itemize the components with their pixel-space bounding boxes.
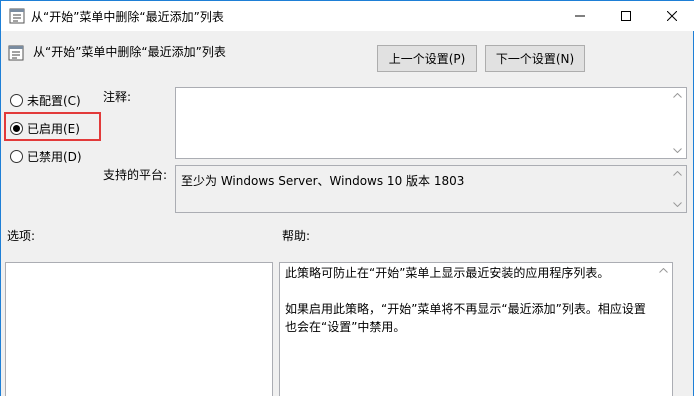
comment-label: 注释:	[103, 90, 132, 104]
scroll-down-icon[interactable]	[673, 200, 682, 209]
policy-setting-icon	[9, 8, 25, 24]
comment-scrollbar[interactable]	[669, 88, 686, 158]
comment-textarea[interactable]	[175, 87, 687, 159]
policy-editor-window: 从“开始”菜单中删除“最近添加”列表 从“开始”菜单中删除“最近添加”列表 上一…	[0, 0, 694, 396]
scroll-up-icon[interactable]	[673, 91, 682, 100]
radio-label: 已禁用(D)	[27, 150, 82, 164]
radio-circle-checked[interactable]	[10, 122, 23, 135]
radio-circle[interactable]	[10, 94, 23, 107]
radio-label: 已启用(E)	[27, 122, 80, 136]
maximize-icon	[621, 11, 631, 21]
platform-scrollbar[interactable]	[669, 166, 686, 212]
radio-not-configured[interactable]: 未配置(C)	[10, 92, 81, 109]
window-title: 从“开始”菜单中删除“最近添加”列表	[31, 10, 224, 24]
title-bar[interactable]: 从“开始”菜单中删除“最近添加”列表	[1, 0, 694, 31]
radio-circle[interactable]	[10, 150, 23, 163]
help-label: 帮助:	[282, 229, 311, 243]
policy-setting-icon	[8, 45, 24, 61]
scroll-down-icon[interactable]	[673, 146, 682, 155]
platform-value: 至少为 Windows Server、Windows 10 版本 1803	[181, 174, 465, 188]
scroll-up-icon[interactable]	[659, 266, 668, 275]
help-scrollbar[interactable]	[655, 263, 672, 396]
help-paragraph: 如果启用此策略，“开始”菜单将不再显示“最近添加”列表。相应设置也会在“设置”中…	[285, 302, 646, 334]
close-button[interactable]	[649, 1, 694, 31]
previous-setting-button[interactable]: 上一个设置(P)	[377, 45, 477, 72]
setting-title: 从“开始”菜单中删除“最近添加”列表	[33, 45, 226, 59]
scroll-up-icon[interactable]	[673, 169, 682, 178]
radio-enabled[interactable]: 已启用(E)	[10, 120, 80, 137]
close-icon	[667, 11, 677, 21]
minimize-button[interactable]	[557, 1, 603, 31]
maximize-button[interactable]	[603, 1, 649, 31]
help-paragraph: 此策略可防止在“开始”菜单上显示最近安装的应用程序列表。	[285, 266, 610, 280]
options-label: 选项:	[7, 229, 36, 243]
radio-label: 未配置(C)	[27, 94, 81, 108]
help-panel: 此策略可防止在“开始”菜单上显示最近安装的应用程序列表。 如果启用此策略，“开始…	[279, 262, 673, 396]
platform-field: 至少为 Windows Server、Windows 10 版本 1803	[175, 165, 687, 213]
options-panel	[5, 262, 273, 396]
radio-disabled[interactable]: 已禁用(D)	[10, 148, 82, 165]
next-setting-button[interactable]: 下一个设置(N)	[485, 45, 585, 72]
platform-label: 支持的平台:	[103, 168, 168, 182]
minimize-icon	[575, 15, 585, 17]
